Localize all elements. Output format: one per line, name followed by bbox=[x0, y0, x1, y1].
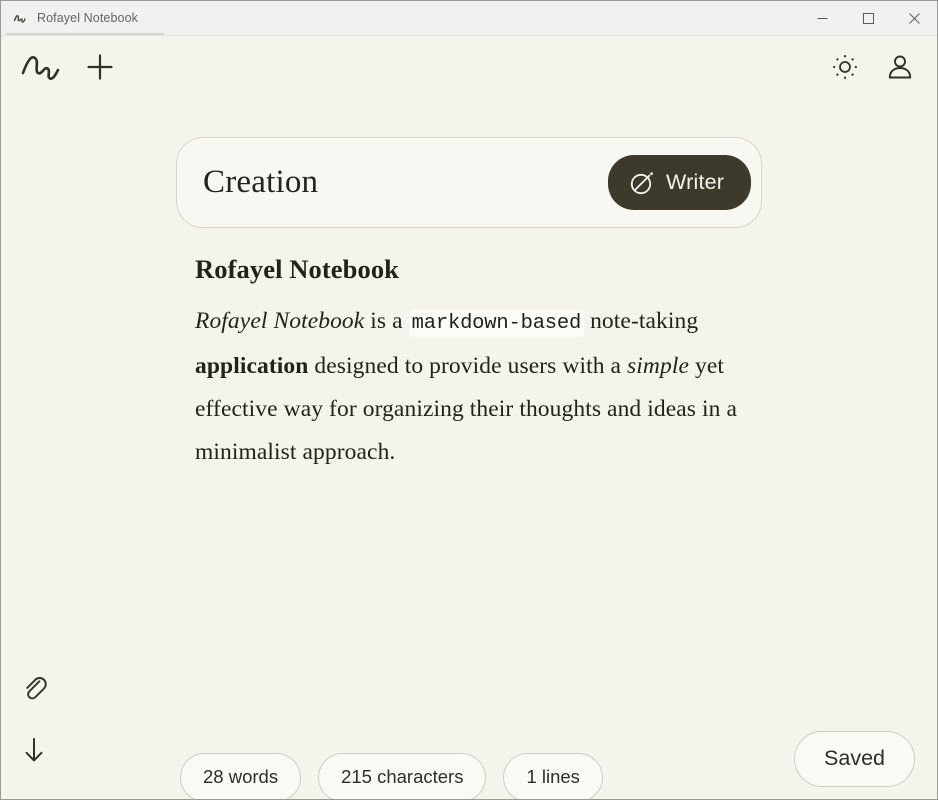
paperclip-icon[interactable] bbox=[19, 673, 49, 703]
squiggle-logo-icon[interactable] bbox=[19, 50, 63, 84]
writer-mode-label: Writer bbox=[666, 170, 725, 194]
statusbar: 28 words 215 characters 1 lines Saved bbox=[1, 730, 937, 799]
note-title-input[interactable] bbox=[203, 162, 608, 203]
note-title-card: Writer bbox=[176, 137, 762, 228]
line-count-pill: 1 lines bbox=[503, 752, 603, 799]
titlebar-left: Rofayel Notebook bbox=[1, 1, 138, 35]
main-content: Writer Rofayel Notebook Rofayel Notebook… bbox=[1, 98, 937, 799]
minimize-button[interactable] bbox=[799, 1, 845, 36]
note-text-4: note-taking bbox=[584, 308, 699, 335]
note-inline-code: markdown-based bbox=[408, 310, 585, 338]
plus-icon[interactable] bbox=[85, 52, 115, 82]
window-title: Rofayel Notebook bbox=[37, 11, 138, 25]
save-status-badge[interactable]: Saved bbox=[794, 730, 915, 787]
note-text-6: designed to provide users with a bbox=[308, 353, 628, 380]
app-toolbar bbox=[1, 36, 937, 98]
titlebar-active-underline bbox=[6, 33, 164, 35]
note-text-italic-1: Rofayel Notebook bbox=[195, 308, 365, 335]
close-button[interactable] bbox=[891, 1, 937, 36]
window-controls bbox=[799, 1, 937, 35]
note-text-bold-5: application bbox=[195, 353, 309, 380]
writer-mode-button[interactable]: Writer bbox=[608, 155, 752, 210]
toolbar-left-group bbox=[19, 50, 115, 84]
note-stats: 28 words 215 characters 1 lines bbox=[180, 752, 603, 799]
sun-icon[interactable] bbox=[831, 53, 859, 81]
pen-circle-icon bbox=[629, 170, 655, 196]
squiggle-logo-icon bbox=[12, 10, 28, 26]
maximize-button[interactable] bbox=[845, 1, 891, 36]
note-text-italic-7: simple bbox=[627, 353, 690, 380]
note-heading: Rofayel Notebook bbox=[195, 254, 400, 284]
character-count-pill: 215 characters bbox=[318, 752, 487, 799]
titlebar: Rofayel Notebook bbox=[1, 1, 937, 36]
note-editor[interactable]: Rofayel Notebook Rofayel Notebook is a m… bbox=[176, 253, 762, 799]
word-count-pill: 28 words bbox=[180, 752, 302, 799]
note-paragraph: Rofayel Notebook is a markdown-based not… bbox=[195, 300, 762, 474]
note-text-2: is a bbox=[364, 308, 409, 335]
app-window: Rofayel Notebook Creation Writer Rofayel… bbox=[0, 0, 938, 800]
toolbar-right-group bbox=[831, 52, 915, 82]
person-icon[interactable] bbox=[885, 52, 915, 82]
